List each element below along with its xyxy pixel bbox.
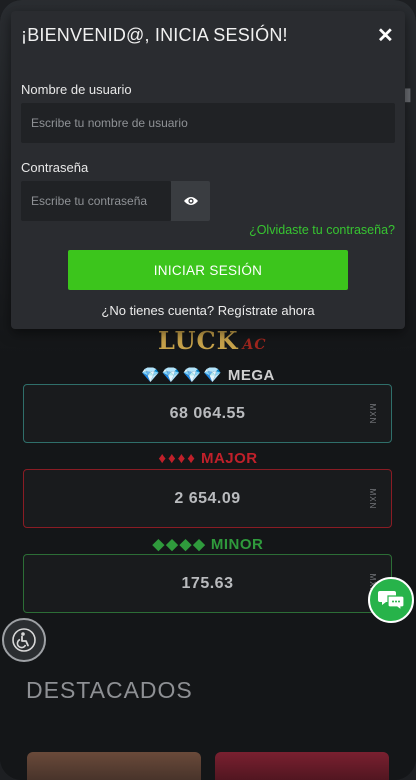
jackpot-mega-value: 68 064.55	[169, 404, 246, 422]
jackpot-minor-value: 175.63	[181, 574, 234, 592]
password-label: Contraseña	[21, 160, 89, 175]
password-input[interactable]	[21, 181, 171, 221]
forgot-password-link[interactable]: ¿Olvidaste tu contraseña?	[249, 223, 395, 237]
section-title-destacados: DESTACADOS	[26, 677, 193, 703]
jackpot-mega-title: 💎💎💎💎 MEGA	[0, 366, 416, 384]
jackpot-major-label: MAJOR	[200, 450, 258, 467]
accessibility-icon	[12, 628, 36, 652]
jackpot-minor-box: 175.63 MXN	[23, 554, 392, 613]
game-logo: LUCK AC	[158, 326, 266, 355]
phone-frame: ▮ LUCK AC 💎💎💎💎 MEGA 68 064.55 MXN ♦♦♦♦ MAJO…	[0, 0, 416, 780]
jackpot-minor-label: MINOR	[210, 536, 264, 553]
jackpot-mega-box: 68 064.55 MXN	[23, 384, 392, 443]
jackpot-mega-currency: MXN	[368, 403, 378, 424]
emerald-icon: ◆◆◆◆	[152, 536, 207, 553]
chat-button[interactable]	[368, 577, 414, 623]
jackpot-mega-label: MEGA	[227, 367, 275, 384]
jackpot-major-value: 2 654.09	[174, 489, 241, 507]
accessibility-button[interactable]	[2, 618, 46, 662]
username-input[interactable]	[21, 103, 395, 143]
jackpot-minor-title: ◆◆◆◆ MINOR	[0, 535, 416, 553]
register-link[interactable]: ¿No tienes cuenta? Regístrate ahora	[11, 303, 405, 318]
modal-title: ¡BIENVENID@, INICIA SESIÓN!	[21, 25, 288, 45]
jackpot-major-currency: MXN	[368, 488, 378, 509]
jackpot-major-box: 2 654.09 MXN	[23, 469, 392, 528]
jackpot-major-title: ♦♦♦♦ MAJOR	[0, 450, 416, 467]
password-toggle-button[interactable]	[171, 181, 210, 221]
game-card[interactable]	[27, 752, 201, 780]
game-logo-text: LUCK	[158, 326, 239, 355]
username-label: Nombre de usuario	[21, 82, 132, 97]
game-card[interactable]	[215, 752, 389, 780]
diamond-icon: 💎💎💎💎	[141, 367, 224, 384]
game-logo-sub: AC	[242, 337, 267, 353]
ruby-icon: ♦♦♦♦	[158, 450, 197, 467]
login-modal: ¡BIENVENID@, INICIA SESIÓN! ✕ Nombre de …	[11, 11, 405, 329]
login-button[interactable]: INICIAR SESIÓN	[68, 250, 348, 290]
eye-icon	[183, 197, 198, 205]
close-icon[interactable]: ✕	[377, 26, 394, 46]
chat-icon	[378, 591, 405, 612]
